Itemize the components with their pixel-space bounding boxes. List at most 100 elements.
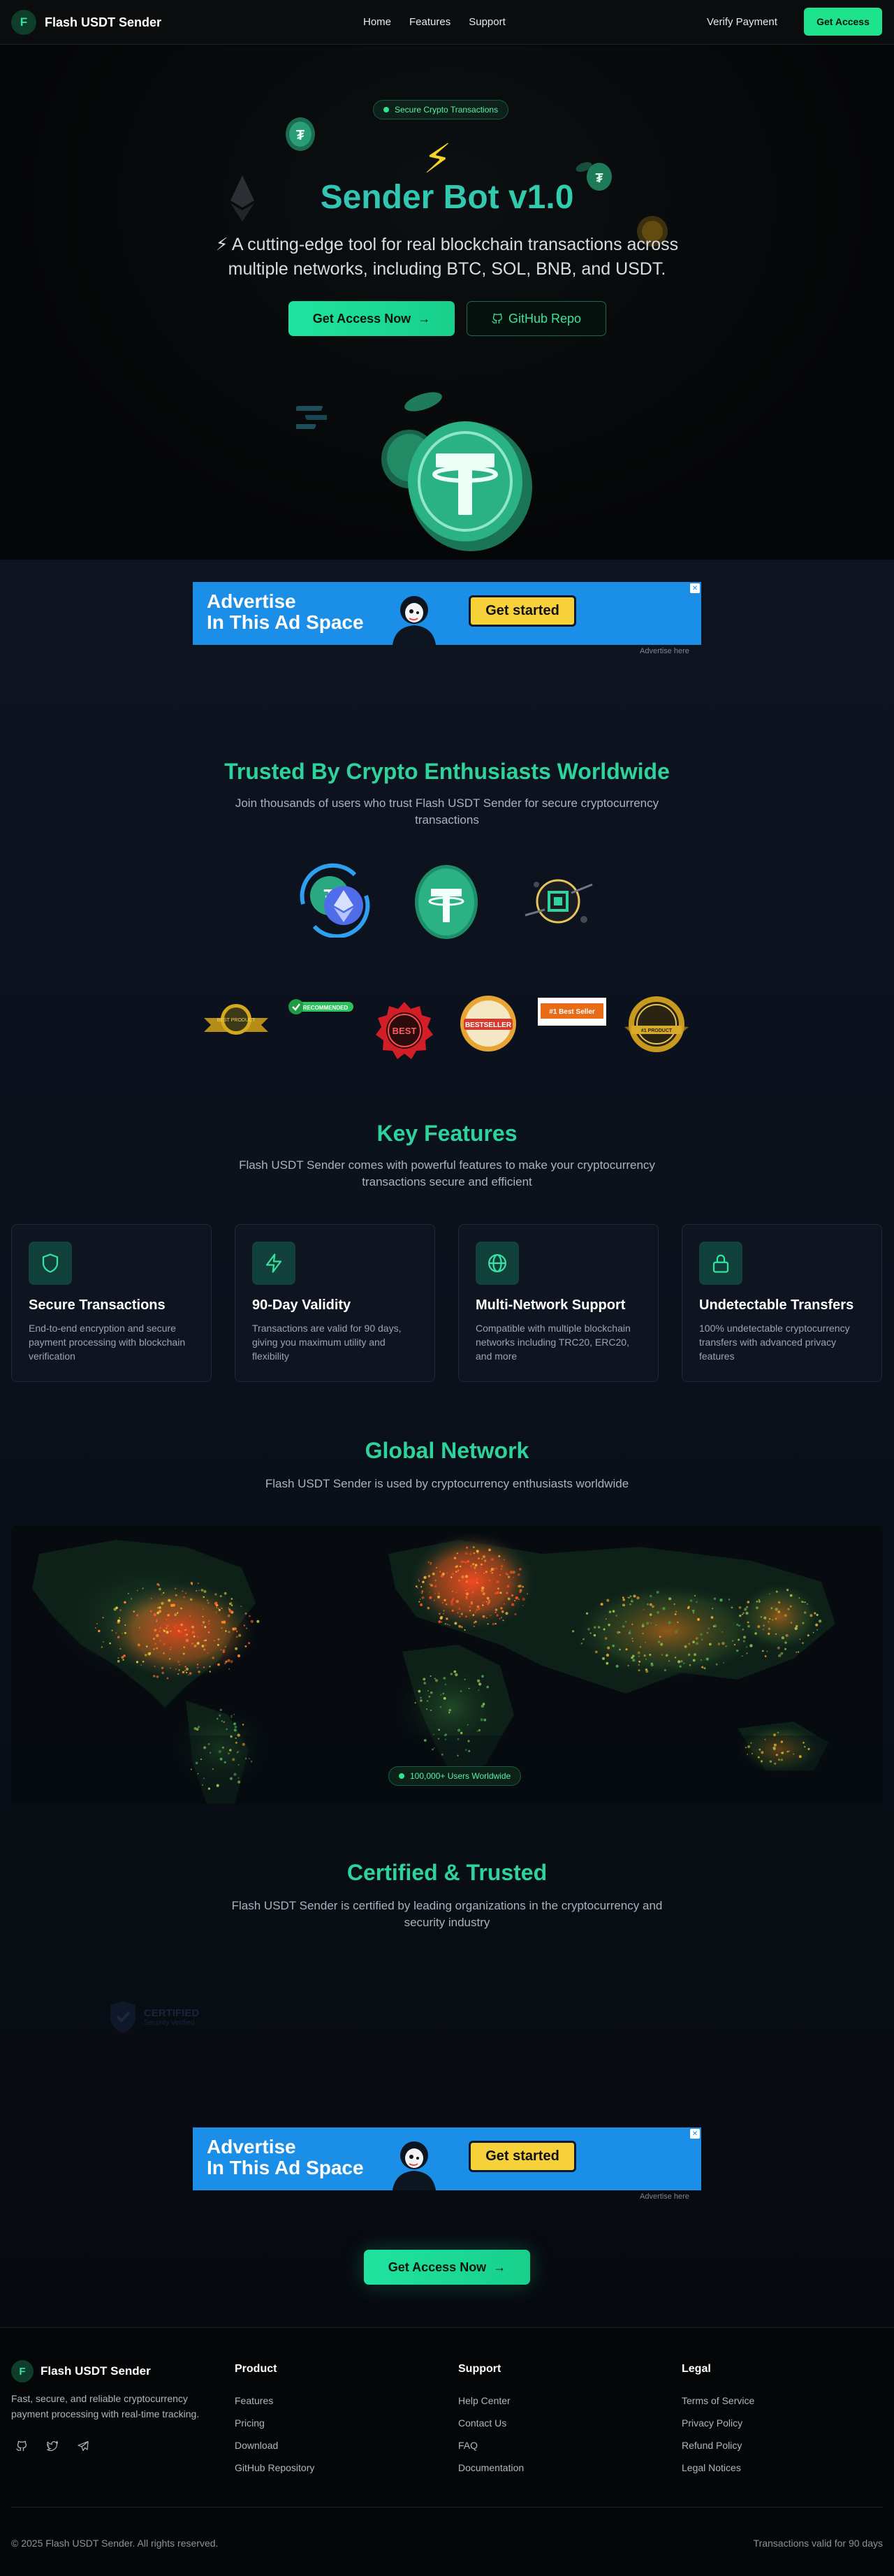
map-user-dot <box>490 1615 492 1617</box>
hero-get-access-button[interactable]: Get Access Now → <box>288 301 455 336</box>
map-user-dot <box>195 1761 198 1765</box>
map-user-dot <box>434 1580 437 1582</box>
github-icon <box>492 313 502 323</box>
ad-close-icon[interactable]: ✕ <box>690 583 700 593</box>
footer-link-legal-notices[interactable]: Legal Notices <box>682 2462 741 2473</box>
map-user-dot <box>203 1648 206 1651</box>
map-user-dot <box>439 1571 441 1573</box>
github-icon[interactable] <box>14 2438 29 2454</box>
footer-link-documentation[interactable]: Documentation <box>458 2462 524 2473</box>
map-user-dot <box>494 1592 498 1595</box>
map-user-dot <box>242 1742 245 1746</box>
map-user-dot <box>665 1654 668 1657</box>
badge-best-product-text: BEST PRODUCT <box>217 1018 256 1023</box>
map-user-dot <box>746 1606 749 1608</box>
certified-logo-text: CERTIFIED <box>144 2007 200 2019</box>
map-user-dot <box>517 1573 520 1576</box>
map-user-dot <box>646 1603 649 1606</box>
ad-line-2: In This Ad Space <box>207 611 364 633</box>
map-user-dot <box>237 1777 240 1779</box>
map-user-dot <box>700 1659 702 1661</box>
map-user-dot <box>221 1607 223 1610</box>
github-repo-button[interactable]: GitHub Repo <box>467 301 606 336</box>
map-user-dot <box>437 1595 440 1599</box>
footer-link-features[interactable]: Features <box>235 2395 273 2406</box>
ad-get-started-button[interactable]: Get started <box>469 2141 576 2172</box>
footer-link-faq[interactable]: FAQ <box>458 2440 478 2451</box>
ad-banner-top[interactable]: Advertise In This Ad Space Get started ✕ <box>193 582 701 645</box>
map-user-dot <box>117 1636 120 1638</box>
map-user-dot <box>619 1648 621 1651</box>
map-user-dot <box>209 1666 211 1668</box>
map-user-dot <box>487 1623 489 1625</box>
map-user-dot <box>142 1587 144 1589</box>
pill-label: Secure Crypto Transactions <box>395 105 499 115</box>
map-user-dot <box>503 1559 505 1561</box>
map-user-dot <box>514 1613 517 1616</box>
map-user-dot <box>474 1572 477 1574</box>
globe-icon <box>476 1242 519 1285</box>
certified-logo: CERTIFIED Security Verified <box>108 2000 199 2035</box>
footer-link-pricing[interactable]: Pricing <box>235 2417 265 2429</box>
footer-link-github-repository[interactable]: GitHub Repository <box>235 2462 314 2473</box>
map-user-dot <box>246 1627 248 1629</box>
map-user-dot <box>478 1729 481 1732</box>
footer-link-privacy[interactable]: Privacy Policy <box>682 2417 742 2429</box>
map-user-dot <box>243 1624 245 1627</box>
map-user-dot <box>423 1682 426 1684</box>
ad-close-icon[interactable]: ✕ <box>690 2129 700 2139</box>
map-user-dot <box>749 1644 753 1647</box>
map-user-dot <box>219 1595 222 1598</box>
map-user-dot <box>480 1566 482 1569</box>
map-user-dot <box>499 1574 501 1576</box>
map-user-dot <box>448 1709 451 1712</box>
map-user-dot <box>603 1628 606 1631</box>
map-user-dot <box>455 1571 457 1573</box>
map-user-dot <box>476 1679 481 1682</box>
map-user-dot <box>485 1601 488 1603</box>
final-get-access-button[interactable]: Get Access Now → <box>364 2250 530 2285</box>
brand-logo[interactable]: F Flash USDT Sender <box>11 10 161 35</box>
map-user-dot <box>217 1638 220 1640</box>
twitter-icon[interactable] <box>45 2438 60 2454</box>
map-user-dot <box>161 1594 163 1595</box>
nav-link-features[interactable]: Features <box>409 16 450 28</box>
map-user-dot <box>496 1580 499 1584</box>
map-user-dot <box>457 1729 461 1732</box>
verify-payment-link[interactable]: Verify Payment <box>707 16 777 28</box>
map-user-dot <box>712 1608 714 1610</box>
map-user-dot <box>608 1624 610 1627</box>
map-user-dot <box>622 1598 625 1601</box>
map-user-dot <box>491 1571 494 1574</box>
advertise-here-link[interactable]: Advertise here <box>640 2192 689 2201</box>
feature-title: Secure Transactions <box>29 1297 166 1313</box>
footer-link-download[interactable]: Download <box>235 2440 278 2451</box>
telegram-icon[interactable] <box>75 2438 91 2454</box>
map-user-dot <box>789 1594 793 1597</box>
map-user-dot <box>696 1642 699 1645</box>
feature-card-multi-network: Multi-Network Support Compatible with mu… <box>458 1224 659 1382</box>
map-user-dot <box>457 1738 460 1740</box>
footer-brand[interactable]: F Flash USDT Sender <box>11 2360 151 2382</box>
get-access-button[interactable]: Get Access <box>804 8 882 36</box>
map-user-dot <box>429 1596 432 1599</box>
map-user-dot <box>747 1621 749 1624</box>
nav-link-home[interactable]: Home <box>363 16 391 28</box>
advertise-here-link[interactable]: Advertise here <box>640 647 689 655</box>
map-user-dot <box>646 1622 650 1625</box>
nav-link-support[interactable]: Support <box>469 16 506 28</box>
map-user-dot <box>784 1614 787 1617</box>
ad-banner-bottom[interactable]: Advertise In This Ad Space Get started ✕ <box>193 2127 701 2190</box>
map-user-dot <box>193 1644 197 1647</box>
footer-link-refund[interactable]: Refund Policy <box>682 2440 742 2451</box>
world-map-heat-icon <box>11 1533 883 1804</box>
footer-link-help-center[interactable]: Help Center <box>458 2395 511 2406</box>
map-user-dot <box>705 1657 709 1661</box>
map-user-dot <box>624 1620 627 1623</box>
footer-link-contact-us[interactable]: Contact Us <box>458 2417 506 2429</box>
map-user-dot <box>747 1745 750 1748</box>
map-user-dot <box>684 1645 687 1648</box>
map-user-dot <box>455 1565 459 1568</box>
footer-link-terms[interactable]: Terms of Service <box>682 2395 754 2406</box>
ad-get-started-button[interactable]: Get started <box>469 595 576 627</box>
